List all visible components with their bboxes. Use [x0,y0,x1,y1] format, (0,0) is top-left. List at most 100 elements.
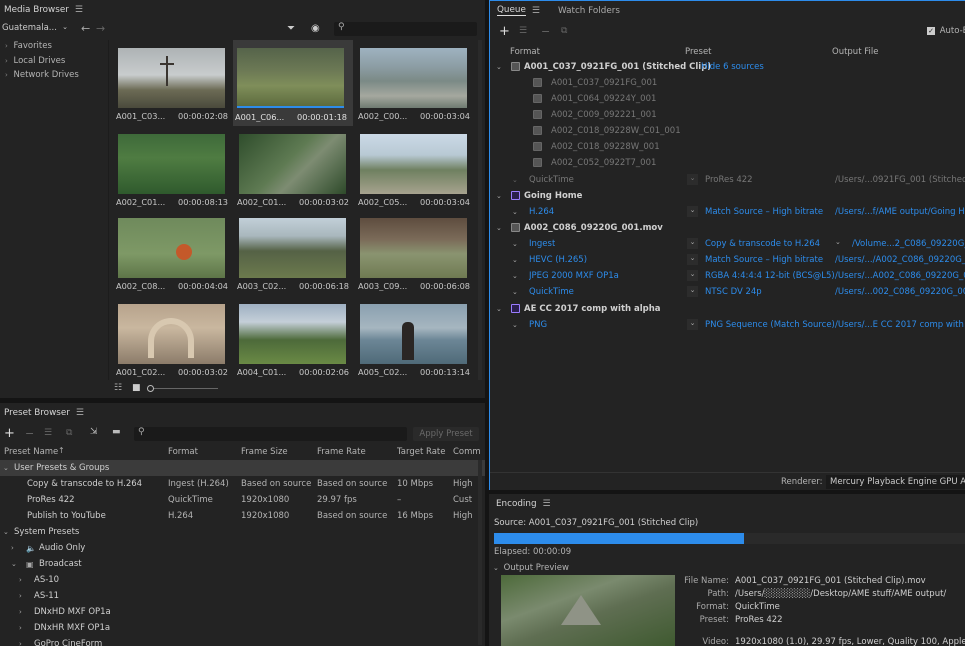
auto-encode-checkbox[interactable]: ✓ Auto-E [927,26,965,36]
apply-preset-button[interactable]: Apply Preset [413,427,479,441]
system-preset-row[interactable]: › 🔈 Audio Only [0,540,485,556]
clip-thumbnail-selected[interactable]: A001_C06... 00:00:01:18 [233,40,353,126]
clip-thumbnail[interactable]: A002_C01... 00:00:08:13 [114,130,234,212]
format-value[interactable]: H.264 [529,207,554,217]
zoom-slider-handle[interactable] [147,385,154,392]
source-clip-row[interactable]: A002_C018_09228W_C01_001 [490,123,965,139]
panel-menu-icon[interactable]: ☰ [75,5,83,15]
duplicate-icon[interactable]: ⧉ [561,26,567,36]
preset-value[interactable]: RGBA 4:4:4:4 12-bit (BCS@L5) [705,271,835,281]
queue-group-row[interactable]: ⌄ A002_C086_09220G_001.mov [490,220,965,236]
preset-dropdown-icon[interactable]: ⌄ [687,174,698,185]
scrollbar[interactable] [478,40,482,380]
clip-thumbnail[interactable]: A005_C02... 00:00:13:14 [356,300,476,382]
tree-item-network-drives[interactable]: › Network Drives [5,70,79,80]
grid-view-icon[interactable]: ■ [132,383,141,393]
scrollbar[interactable] [478,460,482,645]
output-value[interactable]: /Volume...2_C086_09220G_0 [852,239,965,249]
format-value[interactable]: Ingest [529,239,555,249]
preset-browser-title[interactable]: Preset Browser [4,408,70,418]
queue-output-row[interactable]: ⌄ H.264 ⌄ Match Source – High bitrate /U… [490,204,965,220]
hide-sources-link[interactable]: Hide 6 sources [701,62,764,72]
queue-output-row[interactable]: ⌄ QuickTime ⌄ ProRes 422 /Users/...0921F… [490,172,965,188]
duplicate-icon[interactable]: ⧉ [66,428,72,438]
preset-dropdown-icon[interactable]: ⌄ [687,270,698,281]
format-value[interactable]: JPEG 2000 MXF OP1a [529,271,619,281]
renderer-dropdown[interactable]: Mercury Playback Engine GPU Acce [826,475,965,489]
clip-thumbnail[interactable]: A002_C08... 00:00:04:04 [114,214,234,296]
col-format[interactable]: Format [168,447,198,457]
col-frame-rate[interactable]: Frame Rate [317,447,366,457]
clip-thumbnail[interactable]: A002_C05... 00:00:03:04 [356,130,476,212]
back-arrow-icon[interactable]: ← [81,22,90,35]
system-preset-row[interactable]: ⌄ ▣ Broadcast [0,556,485,572]
folder-icon[interactable]: ▬ [112,427,121,437]
add-icon[interactable]: + [499,24,510,39]
queue-group-row[interactable]: ⌄ Going Home [490,188,965,204]
remove-icon[interactable]: − [25,427,34,440]
media-browser-title[interactable]: Media Browser [4,5,69,15]
output-preview-toggle[interactable]: ⌄ Output Preview [493,563,569,573]
remove-icon[interactable]: − [541,25,550,38]
forward-arrow-icon[interactable]: → [96,22,105,35]
source-clip-row[interactable]: A001_C037_0921FG_001 [490,75,965,91]
clip-thumbnail[interactable]: A001_C03... 00:00:02:08 [114,44,234,126]
tab-queue[interactable]: Queue [497,5,526,16]
tree-item-favorites[interactable]: › Favorites [5,41,52,51]
import-icon[interactable]: ⇲ [90,427,98,437]
format-value[interactable]: QuickTime [529,287,574,297]
preset-value[interactable]: Match Source – High bitrate [705,207,823,217]
preset-row[interactable]: Publish to YouTube H.264 1920x1080 Based… [0,508,485,524]
zoom-slider[interactable] [147,385,218,392]
preset-value[interactable]: NTSC DV 24p [705,287,762,297]
system-preset-row[interactable]: › AS-10 [0,572,485,588]
search-input[interactable]: ⚲ [334,22,477,36]
location-dropdown[interactable]: Guatemala... ⌄ [2,23,70,37]
tab-watch-folders[interactable]: Watch Folders [558,6,620,16]
encoding-title[interactable]: Encoding [496,499,537,509]
clip-thumbnail[interactable]: A002_C01... 00:00:03:02 [235,130,355,212]
format-value[interactable]: HEVC (H.265) [529,255,587,265]
output-value[interactable]: /Users/.../A002_C086_09220G_00 [835,255,965,265]
queue-output-row[interactable]: ⌄ QuickTime ⌄ NTSC DV 24p /Users/...002_… [490,284,965,300]
preset-dropdown-icon[interactable]: ⌄ [687,286,698,297]
col-frame-size[interactable]: Frame Size [241,447,288,457]
preset-row[interactable]: Copy & transcode to H.264 Ingest (H.264)… [0,476,485,492]
output-dropdown-icon[interactable]: ⌄ [835,238,841,246]
preset-search-input[interactable]: ⚲ [134,427,407,441]
list-view-icon[interactable]: ☷ [114,383,122,393]
preset-value[interactable]: Copy & transcode to H.264 [705,239,820,249]
queue-group-row[interactable]: ⌄ A001_C037_0921FG_001 (Stitched Clip) H… [490,59,965,75]
queue-output-row[interactable]: ⌄ JPEG 2000 MXF OP1a ⌄ RGBA 4:4:4:4 12-b… [490,268,965,284]
output-value[interactable]: /Users/...E CC 2017 comp with al [835,320,965,330]
add-icon[interactable]: + [4,426,15,441]
output-value[interactable]: /Users/...0921FG_001 (Stitched C [835,175,965,185]
settings-icon[interactable]: ☰ [519,26,527,36]
format-value[interactable]: PNG [529,320,547,330]
clip-thumbnail[interactable]: A002_C00... 00:00:03:04 [356,44,476,126]
preset-row[interactable]: ProRes 422 QuickTime 1920x1080 29.97 fps… [0,492,485,508]
clip-thumbnail[interactable]: A004_C01... 00:00:02:06 [235,300,355,382]
panel-menu-icon[interactable]: ☰ [76,408,84,418]
preset-dropdown-icon[interactable]: ⌄ [687,206,698,217]
filter-icon[interactable]: ⏷ [287,23,295,34]
settings-icon[interactable]: ☰ [44,428,52,438]
source-clip-row[interactable]: A001_C064_09224Y_001 [490,91,965,107]
preset-dropdown-icon[interactable]: ⌄ [687,238,698,249]
output-value[interactable]: /Users/...f/AME output/Going Ho [835,207,965,217]
user-presets-group[interactable]: ⌄ User Presets & Groups [0,460,485,476]
view-icon[interactable]: ◉ [311,23,320,34]
col-preset-name[interactable]: Preset Name [4,447,58,457]
col-preset[interactable]: Preset [685,47,712,57]
queue-group-row[interactable]: ⌄ AE CC 2017 comp with alpha [490,301,965,317]
col-comments[interactable]: Comm [453,447,481,457]
queue-output-row[interactable]: ⌄ PNG ⌄ PNG Sequence (Match Source) /Use… [490,317,965,333]
panel-menu-icon[interactable]: ☰ [532,6,540,16]
source-clip-row[interactable]: A002_C018_09228W_001 [490,139,965,155]
clip-thumbnail[interactable]: A003_C09... 00:00:06:08 [356,214,476,296]
panel-menu-icon[interactable]: ☰ [543,499,551,509]
source-clip-row[interactable]: A002_C009_092221_001 [490,107,965,123]
preset-value[interactable]: PNG Sequence (Match Source) [705,320,835,330]
system-preset-row[interactable]: › DNxHD MXF OP1a [0,604,485,620]
format-value[interactable]: QuickTime [529,175,574,185]
